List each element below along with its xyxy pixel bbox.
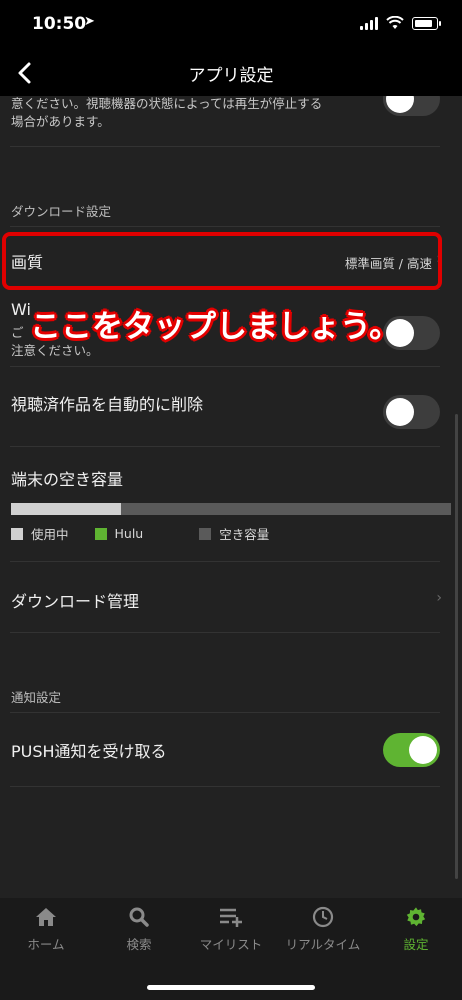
scroll-indicator [455, 414, 458, 879]
legend-hulu-swatch [94, 527, 107, 540]
legend-hulu-label: Hulu [114, 526, 144, 541]
status-bar: 10:50 ➤ [0, 0, 462, 50]
auto-delete-label: 視聴済作品を自動的に削除 [11, 395, 204, 414]
home-icon [36, 908, 56, 926]
tab-realtime[interactable]: リアルタイム [277, 906, 369, 953]
legend-free-swatch [199, 527, 212, 540]
legend-free-label: 空き容量 [219, 527, 270, 542]
tab-settings-label: 設定 [403, 937, 429, 952]
divider [10, 786, 440, 787]
tab-search[interactable]: 検索 [93, 906, 185, 953]
location-arrow-icon: ➤ [84, 14, 95, 29]
search-icon [129, 907, 149, 927]
wifi-icon [386, 16, 404, 29]
download-manage-label: ダウンロード管理 [11, 592, 140, 611]
auto-delete-row: 視聴済作品を自動的に削除 [0, 367, 462, 431]
tab-search-label: 検索 [126, 937, 152, 952]
push-label: PUSH通知を受け取る [11, 742, 167, 761]
gear-icon [406, 907, 426, 927]
push-row: PUSH通知を受け取る [0, 713, 462, 785]
legend-hulu: Hulu [94, 526, 144, 541]
mylist-icon [220, 908, 242, 927]
divider [10, 146, 440, 147]
tab-home-label: ホーム [27, 937, 65, 952]
storage-label: 端末の空き容量 [11, 470, 124, 489]
cellular-signal-icon [360, 16, 378, 30]
download-manage-row[interactable]: ダウンロード管理 › [0, 562, 462, 632]
divider [10, 632, 440, 633]
battery-icon [412, 16, 441, 30]
status-icons [360, 16, 441, 30]
annotation-text: ここをタップしましょう。 [30, 309, 401, 345]
legend-used-label: 使用中 [31, 527, 69, 542]
storage-bar [11, 503, 451, 515]
highlight-box [2, 232, 442, 290]
download-section-header: ダウンロード設定 [11, 204, 112, 219]
chevron-right-icon: › [436, 590, 442, 606]
auto-delete-toggle[interactable] [383, 395, 440, 429]
tab-mylist-label: マイリスト [199, 937, 263, 952]
status-time: 10:50 [32, 14, 87, 34]
tab-settings[interactable]: 設定 [370, 906, 462, 953]
notification-section-header: 通知設定 [11, 690, 62, 705]
legend-free: 空き容量 [199, 524, 269, 543]
storage-used-fill [11, 503, 121, 515]
wifi-label: Wi [11, 300, 31, 319]
navigation-bar: アプリ設定 [0, 50, 462, 96]
home-indicator [147, 985, 315, 990]
streaming-note: 意ください。視聴機器の状態によっては再生が停止する 場合があります。 [11, 96, 322, 131]
storage-legend: 使用中 Hulu 空き容量 [11, 524, 295, 543]
push-toggle[interactable] [383, 733, 440, 767]
page-title: アプリ設定 [188, 66, 274, 86]
tab-mylist[interactable]: マイリスト [185, 906, 277, 953]
streaming-toggle[interactable] [383, 96, 440, 116]
divider [10, 446, 440, 447]
tab-realtime-label: リアルタイム [285, 937, 361, 952]
legend-used-swatch [11, 527, 23, 540]
streaming-note-line2: 場合があります。 [11, 114, 110, 129]
tab-home[interactable]: ホーム [0, 906, 92, 953]
clock-icon [312, 906, 334, 928]
streaming-note-line1: 意ください。視聴機器の状態によっては再生が停止する [11, 96, 323, 111]
legend-used: 使用中 [11, 524, 69, 543]
settings-list[interactable]: 意ください。視聴機器の状態によっては再生が停止する 場合があります。 ダウンロー… [0, 96, 462, 898]
